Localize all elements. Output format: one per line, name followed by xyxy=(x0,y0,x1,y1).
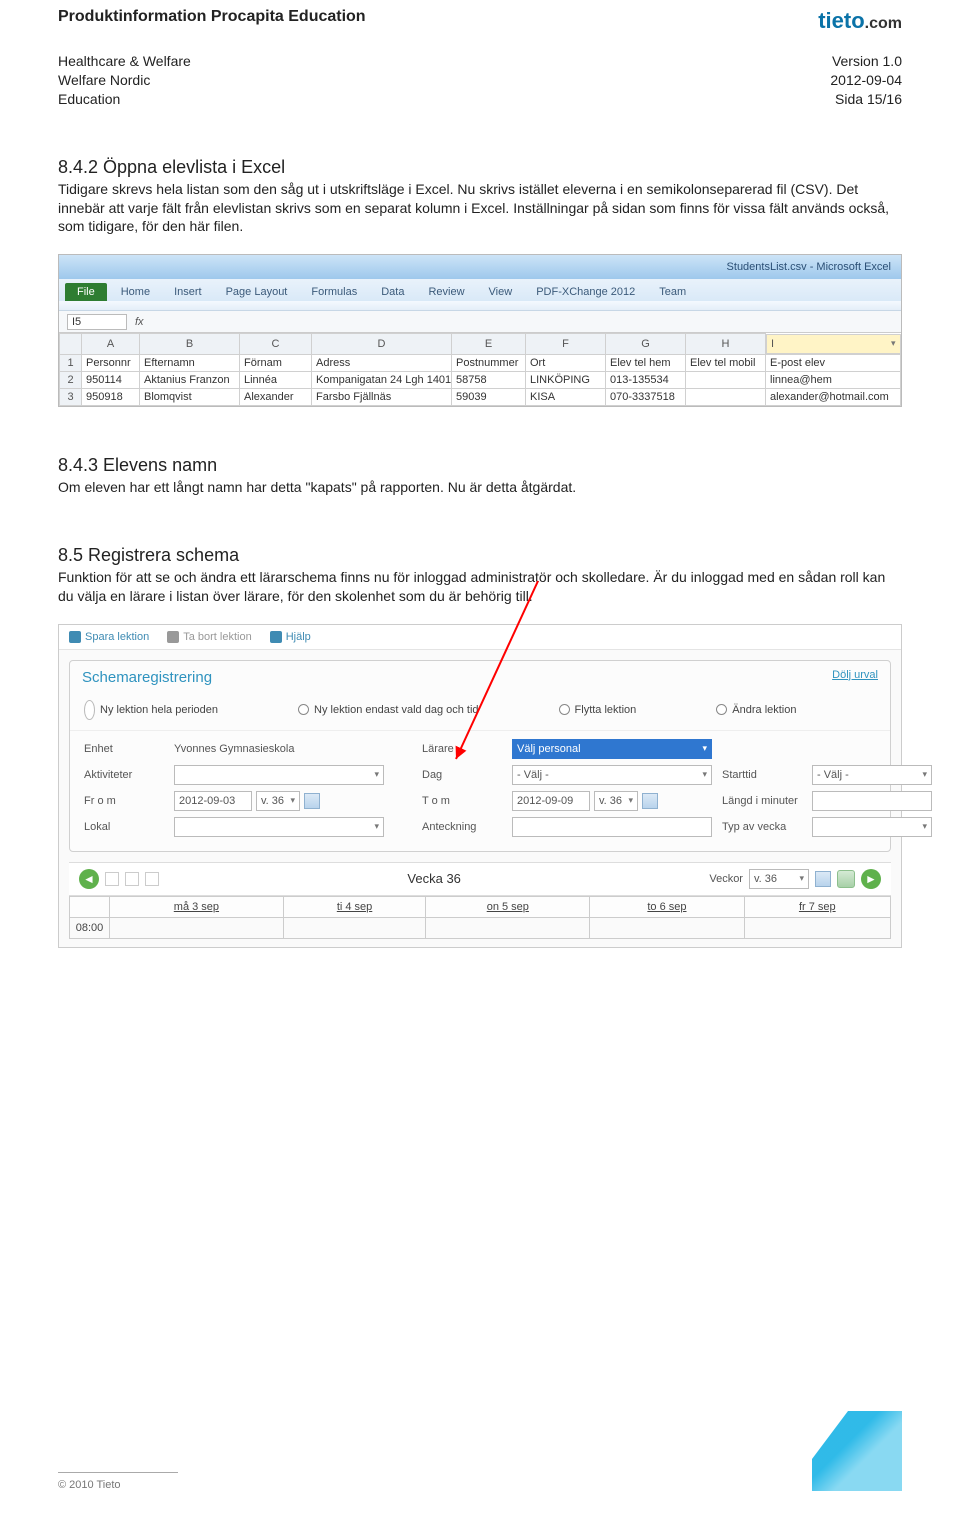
brand-main: tieto xyxy=(818,8,864,33)
nav-icon[interactable] xyxy=(145,872,159,886)
excel-tab[interactable]: Team xyxy=(649,283,696,301)
weeks-select[interactable]: v. 36 xyxy=(749,869,809,889)
label-start: Starttid xyxy=(722,769,802,781)
to-date-input[interactable]: 2012-09-09 xyxy=(512,791,590,811)
col-header[interactable]: C xyxy=(240,334,312,355)
radio-change[interactable]: Ändra lektion xyxy=(716,700,796,720)
panel-title: Schemaregistrering xyxy=(82,669,212,686)
activity-select[interactable] xyxy=(174,765,384,785)
brand-logo: tieto.com xyxy=(818,8,902,34)
excel-tab[interactable]: Data xyxy=(371,283,414,301)
label-lokal: Lokal xyxy=(84,821,164,833)
excel-screenshot: StudentsList.csv - Microsoft Excel File … xyxy=(58,254,902,407)
room-select[interactable] xyxy=(174,817,384,837)
label-tom: T o m xyxy=(422,795,502,807)
radio-new-period[interactable]: Ny lektion hela perioden xyxy=(84,700,218,720)
doc-meta-left: Healthcare & Welfare Welfare Nordic Educ… xyxy=(58,52,191,109)
day-header[interactable]: to 6 sep xyxy=(590,896,744,917)
col-header[interactable]: H xyxy=(686,334,766,355)
doc-title: Produktinformation Procapita Education xyxy=(58,8,366,26)
body-85: Funktion för att se och ändra ett lärars… xyxy=(58,568,902,606)
label-anteckning: Anteckning xyxy=(422,821,502,833)
col-header[interactable]: G xyxy=(606,334,686,355)
delete-lesson-button[interactable]: Ta bort lektion xyxy=(167,631,251,643)
col-header[interactable]: E xyxy=(452,334,526,355)
next-week-button[interactable]: ► xyxy=(861,869,881,889)
col-header[interactable]: B xyxy=(140,334,240,355)
label-langd: Längd i minuter xyxy=(722,795,802,807)
radio-new-day[interactable]: Ny lektion endast vald dag och tid xyxy=(298,700,479,720)
day-header[interactable]: ti 4 sep xyxy=(283,896,425,917)
teacher-select[interactable]: Välj personal xyxy=(512,739,712,759)
fx-icon[interactable]: fx xyxy=(135,316,144,328)
webapp-screenshot: Spara lektion Ta bort lektion Hjälp Sche… xyxy=(58,624,902,948)
body-843: Om eleven har ett långt namn har detta "… xyxy=(58,478,902,497)
label-veckor: Veckor xyxy=(709,873,743,885)
calendar-icon[interactable] xyxy=(815,871,831,887)
table-row: 3 950918BlomqvistAlexanderFarsbo Fjällnä… xyxy=(60,388,901,405)
label-dag: Dag xyxy=(422,769,502,781)
excel-ribbon-tabs: File Home Insert Page Layout Formulas Da… xyxy=(59,279,901,301)
brand-suffix: .com xyxy=(865,15,902,32)
hide-selection-link[interactable]: Dölj urval xyxy=(832,669,878,686)
col-header[interactable]: F xyxy=(526,334,606,355)
col-header[interactable]: D xyxy=(312,334,452,355)
excel-tab[interactable]: Review xyxy=(418,283,474,301)
col-header[interactable]: A xyxy=(82,334,140,355)
calendar-grid: må 3 sep ti 4 sep on 5 sep to 6 sep fr 7… xyxy=(69,896,891,939)
from-date-input[interactable]: 2012-09-03 xyxy=(174,791,252,811)
table-row: 1 PersonnrEfternamnFörnamAdressPostnumme… xyxy=(60,354,901,371)
print-icon[interactable] xyxy=(837,870,855,888)
to-week-select[interactable]: v. 36 xyxy=(594,791,638,811)
length-input[interactable] xyxy=(812,791,932,811)
heading-842: 8.4.2 Öppna elevlista i Excel xyxy=(58,157,902,178)
excel-tab-file[interactable]: File xyxy=(65,283,107,301)
calendar-icon[interactable] xyxy=(304,793,320,809)
heading-843: 8.4.3 Elevens namn xyxy=(58,455,902,476)
excel-tab[interactable]: Formulas xyxy=(301,283,367,301)
excel-titlebar: StudentsList.csv - Microsoft Excel xyxy=(727,261,891,273)
col-header[interactable]: I xyxy=(766,334,901,354)
excel-tab[interactable]: View xyxy=(479,283,523,301)
value-enhet: Yvonnes Gymnasieskola xyxy=(174,743,384,755)
excel-tab[interactable]: Insert xyxy=(164,283,212,301)
copyright: © 2010 Tieto xyxy=(58,1472,178,1491)
label-larare: Lärare xyxy=(422,743,502,755)
radio-move[interactable]: Flytta lektion xyxy=(559,700,637,720)
disk-icon xyxy=(69,631,81,643)
time-label: 08:00 xyxy=(70,917,110,938)
label-aktiviteter: Aktiviteter xyxy=(84,769,164,781)
tieto-logo-icon xyxy=(812,1411,902,1491)
week-title: Vecka 36 xyxy=(407,871,461,886)
excel-tab[interactable]: Home xyxy=(111,283,160,301)
day-header[interactable]: fr 7 sep xyxy=(744,896,890,917)
nav-icon[interactable] xyxy=(125,872,139,886)
heading-85: 8.5 Registrera schema xyxy=(58,545,902,566)
help-button[interactable]: Hjälp xyxy=(270,631,311,643)
day-header[interactable]: on 5 sep xyxy=(426,896,590,917)
excel-namebox[interactable]: I5 xyxy=(67,314,127,330)
label-from: Fr o m xyxy=(84,795,164,807)
start-select[interactable]: - Välj - xyxy=(812,765,932,785)
help-icon xyxy=(270,631,282,643)
nav-icon[interactable] xyxy=(105,872,119,886)
trash-icon xyxy=(167,631,179,643)
table-row: 2 950114Aktanius FranzonLinnéaKompanigat… xyxy=(60,371,901,388)
label-typ: Typ av vecka xyxy=(722,821,802,833)
day-header[interactable]: må 3 sep xyxy=(110,896,284,917)
excel-tab[interactable]: PDF-XChange 2012 xyxy=(526,283,645,301)
doc-meta-right: Version 1.0 2012-09-04 Sida 15/16 xyxy=(830,52,902,109)
save-lesson-button[interactable]: Spara lektion xyxy=(69,631,149,643)
calendar-icon[interactable] xyxy=(642,793,658,809)
body-842: Tidigare skrevs hela listan som den såg … xyxy=(58,180,902,237)
prev-week-button[interactable]: ◄ xyxy=(79,869,99,889)
from-week-select[interactable]: v. 36 xyxy=(256,791,300,811)
note-input[interactable] xyxy=(512,817,712,837)
excel-tab[interactable]: Page Layout xyxy=(216,283,298,301)
label-enhet: Enhet xyxy=(84,743,164,755)
weektype-select[interactable] xyxy=(812,817,932,837)
day-select[interactable]: - Välj - xyxy=(512,765,712,785)
excel-grid: A B C D E F G H I 1 PersonnrEfternamnFör… xyxy=(59,333,901,406)
